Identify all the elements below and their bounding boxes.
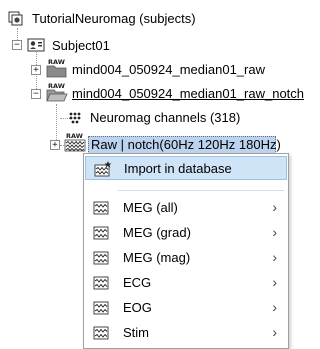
protocol-label[interactable]: TutorialNeuromag (subjects) [32, 11, 196, 27]
run-expand-toggle[interactable]: + [31, 65, 41, 75]
menu-item-label: MEG (grad) [123, 225, 191, 240]
run-label-active[interactable]: mind004_050924_median01_raw_notch [72, 86, 304, 102]
display-icon [93, 300, 109, 319]
display-icon [93, 225, 109, 244]
display-icon [93, 275, 109, 294]
svg-text:RAW: RAW [48, 58, 65, 66]
run-collapse-toggle[interactable]: − [31, 89, 41, 99]
protocol-icon [8, 10, 24, 29]
submenu-arrow-icon: › [272, 324, 277, 340]
raw-expand-toggle[interactable]: + [50, 140, 60, 150]
context-menu: Import in database MEG (all) › MEG (grad… [83, 153, 289, 349]
svg-text:RAW: RAW [48, 82, 65, 90]
display-icon [93, 325, 109, 344]
menu-item-label: MEG (all) [123, 200, 178, 215]
channels-label[interactable]: Neuromag channels (318) [90, 110, 240, 126]
menu-item-label: Import in database [124, 161, 232, 176]
menu-item-import-in-database[interactable]: Import in database [85, 156, 287, 180]
submenu-arrow-icon: › [272, 299, 277, 315]
menu-item-meg-all[interactable]: MEG (all) › [85, 196, 287, 220]
menu-separator [118, 190, 284, 191]
import-icon [94, 161, 112, 180]
menu-item-label: Stim [123, 325, 149, 340]
menu-item-meg-grad[interactable]: MEG (grad) › [85, 221, 287, 245]
raw-folder-icon: RAW [46, 57, 68, 82]
submenu-arrow-icon: › [272, 224, 277, 240]
selected-raw-label[interactable]: Raw | notch(60Hz 120Hz 180Hz) [91, 137, 281, 153]
menu-item-eog[interactable]: EOG › [85, 296, 287, 320]
menu-item-label: ECG [123, 275, 152, 290]
subject-label[interactable]: Subject01 [52, 38, 110, 54]
submenu-arrow-icon: › [272, 249, 277, 265]
subject-collapse-toggle[interactable]: − [12, 40, 22, 50]
submenu-arrow-icon: › [272, 199, 277, 215]
menu-item-ecg[interactable]: ECG › [85, 271, 287, 295]
svg-text:RAW: RAW [66, 132, 83, 140]
menu-item-meg-mag[interactable]: MEG (mag) › [85, 246, 287, 270]
run-label[interactable]: mind004_050924_median01_raw [72, 62, 265, 78]
subject-icon [27, 37, 45, 56]
submenu-arrow-icon: › [272, 274, 277, 290]
channel-icon [68, 111, 82, 128]
menu-item-stim[interactable]: Stim › [85, 321, 287, 345]
display-icon [93, 250, 109, 269]
menu-item-label: EOG [123, 300, 152, 315]
display-icon [93, 200, 109, 219]
menu-item-label: MEG (mag) [123, 250, 191, 265]
raw-folder-open-icon: RAW [46, 81, 68, 106]
